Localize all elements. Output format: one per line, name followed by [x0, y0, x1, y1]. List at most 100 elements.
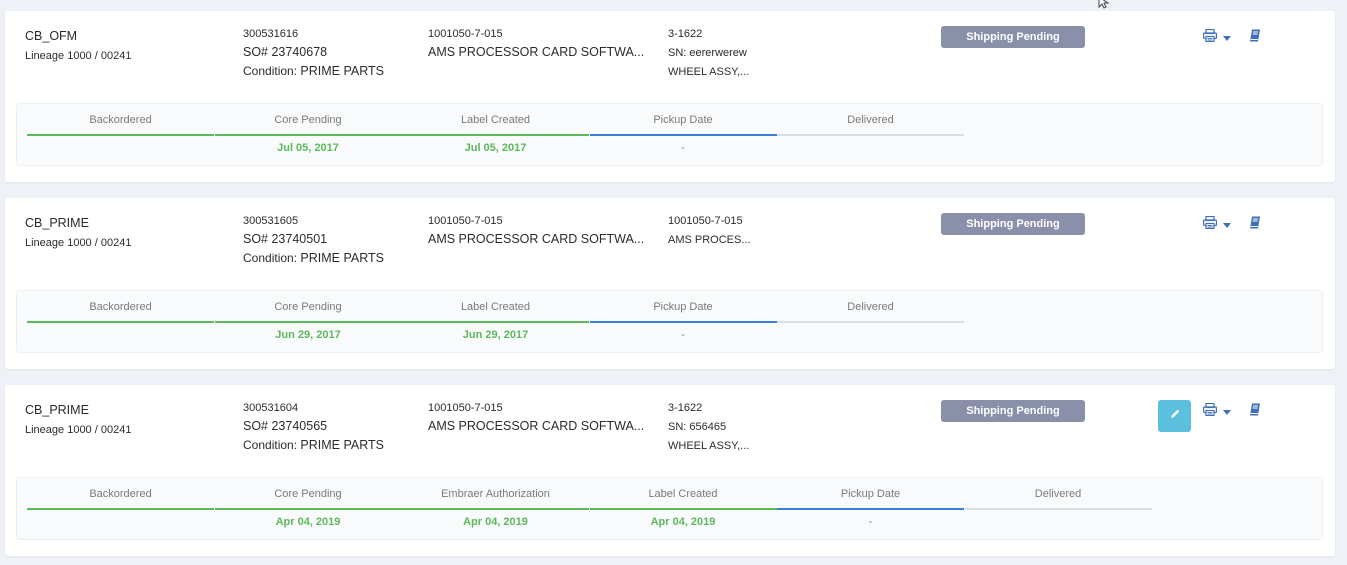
- tracker-step-date: Jul 05, 2017: [464, 142, 527, 154]
- card-actions: [1203, 28, 1261, 47]
- condition-value: PRIME PARTS: [300, 438, 384, 452]
- tracker-step: Backordered: [27, 478, 214, 539]
- shipment-card: CB_OFM Lineage 1000 / 00241 300531616 SO…: [5, 11, 1335, 182]
- condition-value: PRIME PARTS: [300, 64, 384, 78]
- tracker-step-label: Delivered: [1034, 488, 1082, 500]
- tracker-step-label: Pickup Date: [840, 488, 901, 500]
- print-dropdown-button[interactable]: [1203, 215, 1231, 234]
- book-button[interactable]: [1249, 216, 1261, 234]
- tracker-step: Label Created Jun 29, 2017: [402, 291, 589, 352]
- status-badge: Shipping Pending: [941, 26, 1085, 48]
- serial-line-3: WHEEL ASSY,...: [668, 66, 750, 78]
- tracker-step: Delivered: [964, 478, 1152, 539]
- tracker-step-bar: [777, 508, 964, 510]
- serial-line-1: 3-1622: [668, 402, 703, 414]
- tracker-step: Core Pending Jun 29, 2017: [214, 291, 402, 352]
- order-column: 300531604 SO# 23740565 Condition: PRIME …: [243, 402, 384, 453]
- tracker-step-label: Core Pending: [274, 114, 342, 126]
- sales-order-number: SO# 23740678: [243, 45, 328, 59]
- customer-column: CB_PRIME Lineage 1000 / 00241: [25, 402, 131, 437]
- print-icon: [1203, 402, 1218, 421]
- tracker-step-label: Label Created: [460, 301, 531, 313]
- chevron-down-icon: [1223, 222, 1231, 228]
- order-column: 300531605 SO# 23740501 Condition: PRIME …: [243, 215, 384, 266]
- serial-column: 1001050-7-015 AMS PROCES...: [668, 215, 751, 253]
- tracker-step-label: Embraer Authorization: [441, 488, 550, 500]
- part-number: 1001050-7-015: [428, 402, 503, 414]
- edit-button[interactable]: [1158, 400, 1191, 432]
- order-id: 300531616: [243, 28, 299, 40]
- part-number: 1001050-7-015: [428, 215, 503, 227]
- customer-column: CB_PRIME Lineage 1000 / 00241: [25, 215, 131, 250]
- tracker-step-bar: [214, 508, 402, 510]
- customer-name: CB_PRIME: [25, 216, 89, 230]
- order-id: 300531605: [243, 215, 299, 227]
- print-dropdown-button[interactable]: [1203, 28, 1231, 47]
- serial-line-1: 3-1622: [668, 28, 703, 40]
- part-number: 1001050-7-015: [428, 28, 503, 40]
- condition-label: Condition:: [243, 438, 298, 452]
- tracker-step: Core Pending Apr 04, 2019: [214, 478, 402, 539]
- shipment-tracker: Backordered Core Pending Apr 04, 2019 Em…: [16, 477, 1323, 540]
- print-dropdown-button[interactable]: [1203, 402, 1231, 421]
- order-column: 300531616 SO# 23740678 Condition: PRIME …: [243, 28, 384, 79]
- tracker-step-bar: [589, 134, 777, 136]
- condition: Condition: PRIME PARTS: [243, 251, 384, 266]
- part-column: 1001050-7-015 AMS PROCESSOR CARD SOFTWA.…: [428, 402, 644, 434]
- tracker-step-label: Pickup Date: [653, 114, 713, 126]
- tracker-step-label: Pickup Date: [653, 301, 713, 313]
- serial-line-1: 1001050-7-015: [668, 215, 743, 227]
- tracker-step-label: Backordered: [89, 488, 152, 500]
- tracker-step-date: -: [868, 516, 873, 528]
- tracker-step: Label Created Apr 04, 2019: [589, 478, 777, 539]
- tracker-step-label: Delivered: [847, 301, 894, 313]
- customer-column: CB_OFM Lineage 1000 / 00241: [25, 28, 131, 63]
- book-button[interactable]: [1249, 403, 1261, 421]
- tracker-step-date: -: [681, 142, 685, 154]
- condition-label: Condition:: [243, 251, 298, 265]
- book-button[interactable]: [1249, 29, 1261, 47]
- tracker-step-bar: [589, 321, 777, 323]
- tracker-step-bar: [402, 134, 589, 136]
- tracker-step: Label Created Jul 05, 2017: [402, 104, 589, 165]
- shipment-tracker: Backordered Core Pending Jun 29, 2017 La…: [16, 290, 1323, 353]
- tracker-step-bar: [777, 321, 964, 323]
- serial-column: 3-1622 SN: 656465 WHEEL ASSY,...: [668, 402, 749, 453]
- customer-name: CB_PRIME: [25, 403, 89, 417]
- aircraft-lineage: Lineage 1000 / 00241: [25, 424, 132, 436]
- tracker-step-label: Label Created: [648, 488, 718, 500]
- chevron-down-icon: [1223, 35, 1231, 41]
- condition-label: Condition:: [243, 64, 298, 78]
- status-badge: Shipping Pending: [941, 400, 1085, 422]
- pencil-icon: [1169, 407, 1181, 425]
- tracker-step: Delivered: [777, 104, 964, 165]
- print-icon: [1203, 215, 1218, 234]
- tracker-step-date: Apr 04, 2019: [463, 516, 528, 528]
- tracker-step-bar: [27, 321, 214, 323]
- part-description: AMS PROCESSOR CARD SOFTWA...: [428, 232, 645, 246]
- tracker-step-date: Jul 05, 2017: [277, 142, 339, 154]
- tracker-step-bar: [964, 508, 1152, 510]
- tracker-step: Pickup Date -: [777, 478, 964, 539]
- tracker-step: Embraer Authorization Apr 04, 2019: [402, 478, 589, 539]
- shipment-tracker: Backordered Core Pending Jul 05, 2017 La…: [16, 103, 1323, 166]
- tracker-step-date: Apr 04, 2019: [650, 516, 716, 528]
- serial-line-3: WHEEL ASSY,...: [668, 440, 750, 452]
- aircraft-lineage: Lineage 1000 / 00241: [25, 50, 132, 62]
- customer-name: CB_OFM: [25, 29, 78, 43]
- tracker-step-label: Label Created: [460, 114, 531, 126]
- tracker-step-label: Backordered: [89, 114, 152, 126]
- part-column: 1001050-7-015 AMS PROCESSOR CARD SOFTWA.…: [428, 215, 644, 247]
- tracker-step-bar: [214, 134, 402, 136]
- sales-order-number: SO# 23740501: [243, 232, 328, 246]
- part-description: AMS PROCESSOR CARD SOFTWA...: [428, 419, 645, 433]
- tracker-step-bar: [589, 508, 777, 510]
- tracker-step-bar: [402, 508, 589, 510]
- order-id: 300531604: [243, 402, 299, 414]
- tracker-step-label: Core Pending: [274, 488, 342, 500]
- tracker-step: Backordered: [27, 291, 214, 352]
- aircraft-lineage: Lineage 1000 / 00241: [25, 237, 132, 249]
- tracker-step-bar: [777, 134, 964, 136]
- book-icon: [1249, 216, 1261, 233]
- print-icon: [1203, 28, 1218, 47]
